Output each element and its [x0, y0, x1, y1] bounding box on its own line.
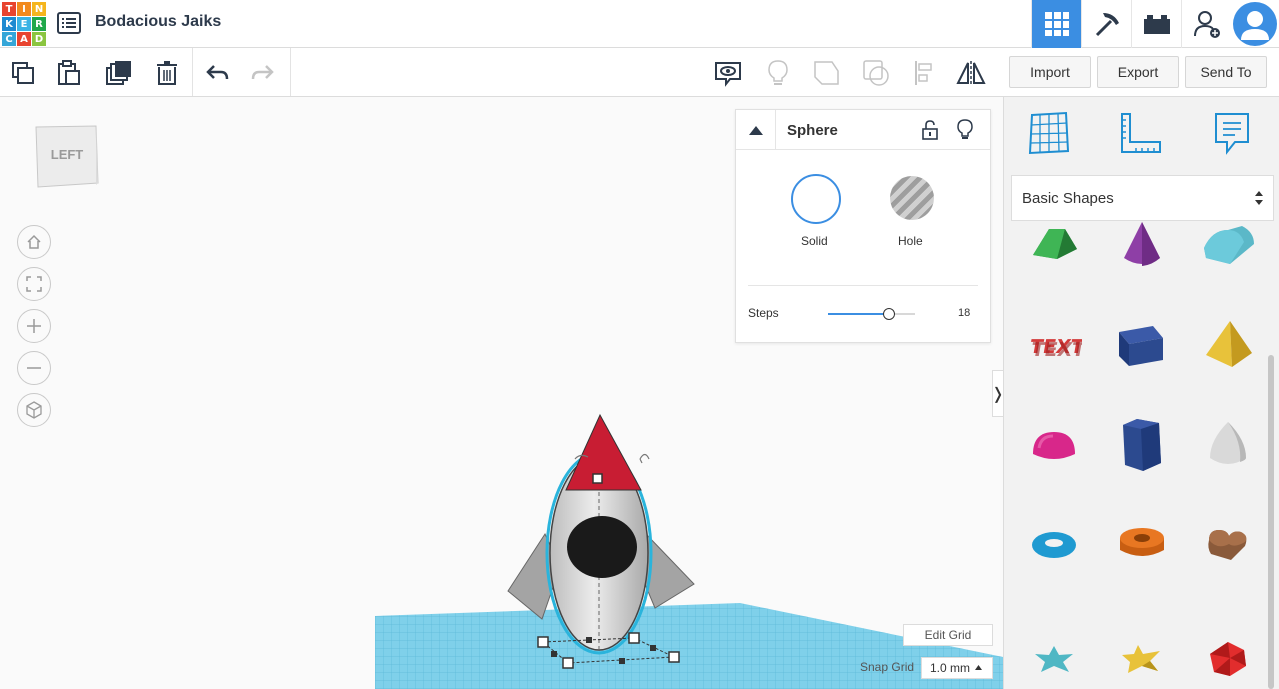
solid-label: Solid	[801, 234, 828, 248]
rocket-window[interactable]	[567, 516, 637, 578]
inspector-divider	[748, 285, 978, 286]
ungroup-icon[interactable]	[861, 58, 891, 88]
logo-letter: A	[17, 32, 31, 46]
rotate-handle-icon[interactable]	[639, 453, 650, 464]
resize-handle[interactable]	[668, 651, 680, 663]
undo-icon[interactable]	[202, 58, 232, 88]
shape-cone[interactable]	[1112, 215, 1172, 275]
resize-handle[interactable]	[551, 651, 557, 657]
logo-letter: E	[17, 17, 31, 31]
shapes-sidebar: Basic Shapes TEXT TEXT	[1003, 97, 1279, 689]
design-list-icon[interactable]	[57, 12, 81, 34]
solid-option[interactable]	[791, 174, 841, 224]
select-arrows-icon	[1255, 191, 1263, 205]
lightbulb-icon[interactable]	[763, 58, 793, 88]
paste-icon[interactable]	[54, 58, 84, 88]
resize-handle[interactable]	[586, 637, 592, 643]
logo-letter: I	[17, 2, 31, 16]
shape-tube[interactable]	[1112, 515, 1172, 575]
align-icon[interactable]	[910, 58, 940, 88]
caret-up-icon	[748, 125, 763, 135]
resize-handle[interactable]	[628, 632, 640, 644]
logo-letter: C	[2, 32, 16, 46]
add-user-icon[interactable]	[1181, 0, 1231, 48]
shape-name: Sphere	[787, 122, 838, 139]
show-notes-icon[interactable]	[713, 58, 743, 88]
logo-letter: T	[2, 2, 16, 16]
toolbar-separator	[290, 48, 291, 96]
sidebar-scrollbar[interactable]	[1268, 355, 1274, 689]
svg-text:TEXT: TEXT	[1030, 338, 1082, 361]
hole-option[interactable]	[890, 176, 934, 220]
logo-letter: R	[32, 17, 46, 31]
shape-inspector: Sphere Solid Hole Steps 18	[735, 109, 991, 343]
lightbulb-icon[interactable]	[957, 119, 973, 141]
shape-box[interactable]	[1110, 315, 1170, 375]
collapse-inspector-button[interactable]	[736, 110, 776, 150]
send-to-button[interactable]: Send To	[1185, 56, 1267, 88]
resize-handle[interactable]	[562, 657, 574, 669]
blocks-pickaxe-icon[interactable]	[1081, 0, 1131, 48]
resize-handle[interactable]	[619, 658, 625, 664]
resize-handle[interactable]	[650, 645, 656, 651]
snap-grid-value: 1.0 mm	[930, 661, 971, 675]
shape-text[interactable]: TEXT TEXT	[1024, 315, 1084, 375]
logo-letter: D	[32, 32, 46, 46]
top-nav	[1031, 0, 1279, 48]
group-icon[interactable]	[811, 58, 841, 88]
mirror-icon[interactable]	[956, 58, 986, 88]
shape-pyramid[interactable]	[1198, 315, 1258, 375]
shape-polygon[interactable]	[1112, 415, 1172, 475]
height-handle[interactable]	[592, 473, 603, 484]
steps-value: 18	[958, 307, 971, 319]
collapse-sidebar-tab[interactable]: ❭	[991, 370, 1003, 417]
shape-half-sphere[interactable]	[1024, 415, 1084, 475]
avatar[interactable]	[1231, 0, 1279, 48]
steps-slider-knob[interactable]	[882, 308, 895, 320]
import-button[interactable]: Import	[1009, 56, 1091, 88]
shape-star-six[interactable]	[1024, 629, 1084, 689]
edit-grid-button[interactable]: Edit Grid	[903, 624, 993, 646]
delete-icon[interactable]	[152, 58, 182, 88]
workplane-icon[interactable]	[1027, 109, 1071, 157]
shape-roof[interactable]	[1024, 215, 1084, 275]
inspector-header: Sphere	[736, 110, 990, 150]
snap-grid-select[interactable]: 1.0 mm	[921, 657, 993, 679]
hole-label: Hole	[898, 234, 923, 248]
design-title[interactable]: Bodacious Jaiks	[95, 13, 221, 31]
tinkercad-logo[interactable]: T I N K E R C A D	[2, 2, 46, 46]
resize-handle[interactable]	[537, 636, 549, 648]
logo-letter: K	[2, 17, 16, 31]
shape-round-roof[interactable]	[1198, 215, 1258, 275]
workplane-viewport[interactable]: LEFT Sphere Solid Hole Steps 18 Edit Gri…	[0, 97, 1003, 689]
shape-heart[interactable]	[1198, 515, 1258, 575]
shape-paraboloid[interactable]	[1198, 415, 1258, 475]
bricks-icon[interactable]	[1131, 0, 1181, 48]
steps-slider[interactable]	[828, 308, 915, 320]
unlock-icon[interactable]	[922, 120, 938, 140]
workplane-grid[interactable]	[375, 603, 1003, 689]
steps-label: Steps	[748, 306, 779, 320]
notes-icon[interactable]	[1210, 109, 1254, 157]
steps-slider-fill	[828, 313, 889, 315]
caret-up-icon	[975, 665, 982, 670]
shape-category-value: Basic Shapes	[1022, 189, 1114, 207]
copy-icon[interactable]	[8, 58, 38, 88]
ruler-icon[interactable]	[1118, 109, 1162, 157]
shape-torus[interactable]	[1024, 515, 1084, 575]
snap-grid-label: Snap Grid	[860, 660, 915, 674]
shape-star[interactable]	[1112, 629, 1172, 689]
toolbar-separator	[192, 48, 193, 96]
top-bar: T I N K E R C A D Bodacious Jaiks	[0, 0, 1279, 48]
3d-design-view-icon[interactable]	[1031, 0, 1081, 48]
redo-icon[interactable]	[248, 58, 278, 88]
export-button[interactable]: Export	[1097, 56, 1179, 88]
rocket-nose-cone[interactable]	[565, 413, 642, 491]
logo-letter: N	[32, 2, 46, 16]
edit-toolbar: Import Export Send To	[0, 48, 1279, 97]
shape-icosahedron[interactable]	[1198, 629, 1258, 689]
duplicate-icon[interactable]	[104, 58, 134, 88]
